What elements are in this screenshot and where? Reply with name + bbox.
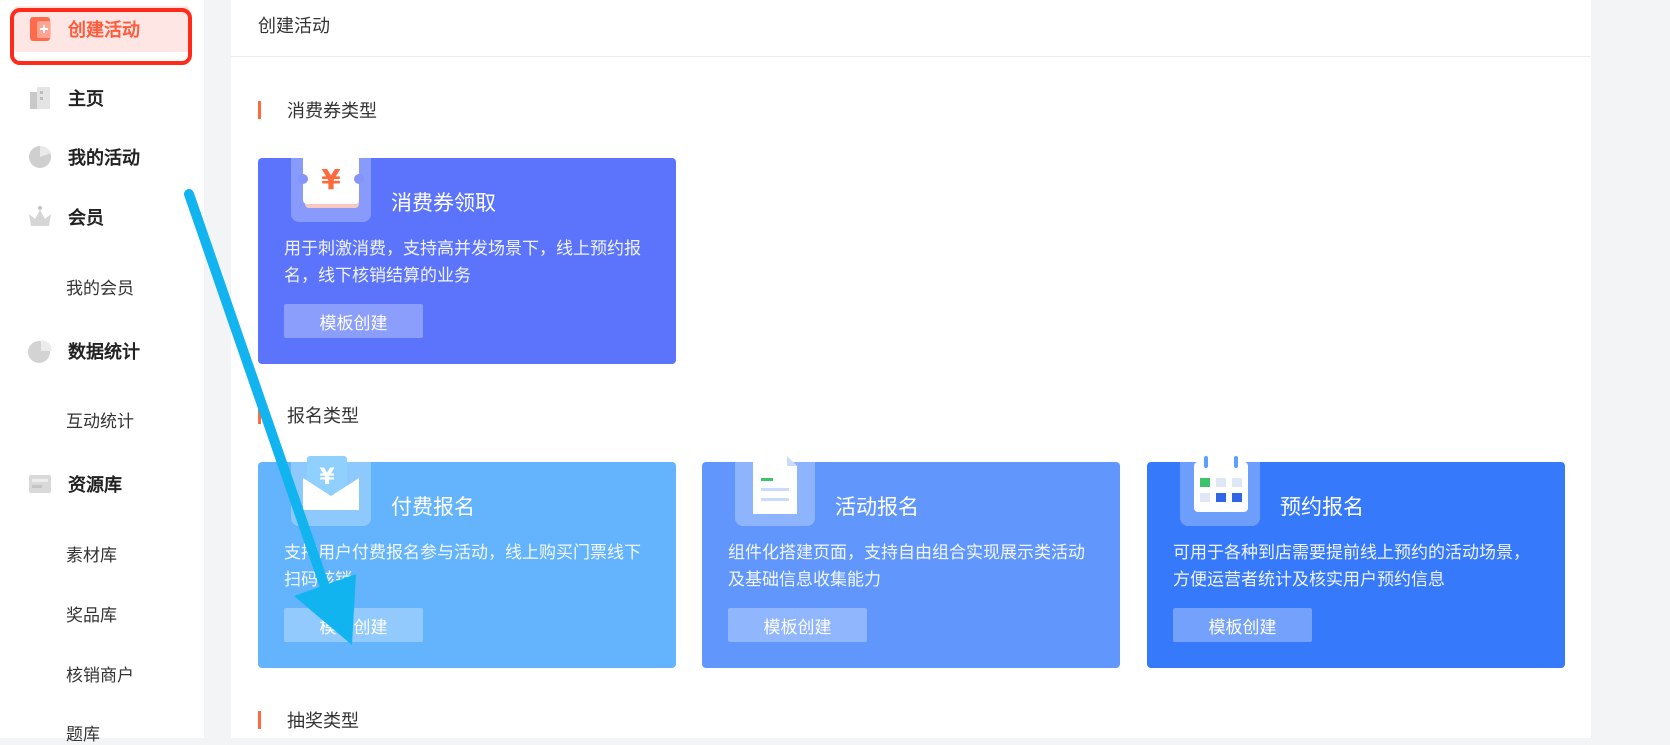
sidebar-subitem-question-bank[interactable]: 题库 bbox=[66, 720, 100, 745]
card-description: 支持用户付费报名参与活动，线上购买门票线下扫码核销 bbox=[284, 543, 641, 590]
member-icon bbox=[29, 206, 51, 226]
calendar-icon bbox=[1180, 444, 1260, 526]
header-divider bbox=[231, 56, 1591, 57]
svg-text:¥: ¥ bbox=[321, 163, 341, 196]
template-create-button[interactable]: 模板创建 bbox=[284, 304, 423, 338]
section-title-lottery: 抽奖类型 bbox=[258, 707, 359, 733]
section-accent-bar bbox=[258, 406, 261, 424]
svg-text:¥: ¥ bbox=[319, 465, 335, 490]
section-title-text: 消费券类型 bbox=[287, 101, 377, 122]
sidebar-subitem-prizes[interactable]: 奖品库 bbox=[66, 601, 117, 626]
sidebar-item-label: 资源库 bbox=[68, 475, 122, 496]
home-icon bbox=[30, 87, 50, 109]
section-title-registration: 报名类型 bbox=[258, 402, 359, 428]
card-description: 组件化搭建页面，支持自由组合实现展示类活动及基础信息收集能力 bbox=[728, 543, 1085, 590]
sidebar-subitem-my-members[interactable]: 我的会员 bbox=[66, 274, 134, 299]
payment-envelope-icon: ¥ bbox=[291, 444, 371, 526]
coupon-icon: ¥ bbox=[291, 140, 371, 222]
section-title-text: 报名类型 bbox=[287, 406, 359, 427]
sidebar-subitem-verify-merchants[interactable]: 核销商户 bbox=[66, 661, 134, 686]
resource-icon bbox=[29, 475, 51, 493]
sidebar-subitem-interaction-stats[interactable]: 互动统计 bbox=[66, 407, 134, 432]
template-create-button[interactable]: 模板创建 bbox=[1173, 608, 1312, 642]
card-activity-registration[interactable]: 活动报名 组件化搭建页面，支持自由组合实现展示类活动及基础信息收集能力 模板创建 bbox=[702, 444, 1120, 668]
main-panel: 创建活动 消费券类型 ¥ 消费券领取 用于刺激消费，支持高并发场景下，线上预约报… bbox=[231, 0, 1591, 738]
sidebar-item-data-stats[interactable]: 数据统计 bbox=[0, 329, 204, 373]
card-description: 用于刺激消费，支持高并发场景下，线上预约报名，线下核销结算的业务 bbox=[284, 239, 641, 286]
section-accent-bar bbox=[258, 711, 261, 729]
sidebar-item-my-activity[interactable]: 我的活动 bbox=[0, 135, 204, 179]
sidebar-item-home[interactable]: 主页 bbox=[0, 76, 204, 120]
page-title: 创建活动 bbox=[258, 16, 330, 37]
sidebar-item-label: 会员 bbox=[68, 208, 104, 229]
sidebar-item-member[interactable]: 会员 bbox=[0, 195, 204, 239]
template-create-button[interactable]: 模板创建 bbox=[284, 608, 423, 642]
my-activity-icon bbox=[29, 145, 51, 168]
card-title: 活动报名 bbox=[835, 495, 919, 519]
card-title: 消费券领取 bbox=[391, 191, 496, 215]
card-paid-registration[interactable]: ¥ 付费报名 支持用户付费报名参与活动，线上购买门票线下扫码核销 模板创建 bbox=[258, 444, 676, 668]
template-create-button[interactable]: 模板创建 bbox=[728, 608, 867, 642]
section-accent-bar bbox=[258, 101, 261, 119]
card-title: 预约报名 bbox=[1280, 495, 1364, 519]
document-icon bbox=[735, 444, 815, 526]
sidebar-item-label: 数据统计 bbox=[68, 342, 140, 363]
sidebar-subitem-materials[interactable]: 素材库 bbox=[66, 541, 117, 566]
section-title-coupon: 消费券类型 bbox=[258, 97, 377, 123]
section-title-text: 抽奖类型 bbox=[287, 711, 359, 732]
card-description: 可用于各种到店需要提前线上预约的活动场景，方便运营者统计及核实用户预约信息 bbox=[1173, 543, 1530, 590]
card-title: 付费报名 bbox=[391, 495, 475, 519]
sidebar-item-label: 主页 bbox=[68, 89, 104, 110]
stats-icon bbox=[28, 340, 52, 363]
sidebar: 创建活动 主页 我的活动 会员 我的会员 数据统计 互动统计 资源库 素材库 奖… bbox=[0, 0, 204, 745]
sidebar-item-label: 我的活动 bbox=[68, 148, 140, 169]
card-coupon-claim[interactable]: ¥ 消费券领取 用于刺激消费，支持高并发场景下，线上预约报名，线下核销结算的业务… bbox=[258, 140, 676, 364]
sidebar-item-resources[interactable]: 资源库 bbox=[0, 462, 204, 506]
card-booking-registration[interactable]: 预约报名 可用于各种到店需要提前线上预约的活动场景，方便运营者统计及核实用户预约… bbox=[1147, 444, 1565, 668]
highlight-annotation-box bbox=[10, 8, 192, 65]
